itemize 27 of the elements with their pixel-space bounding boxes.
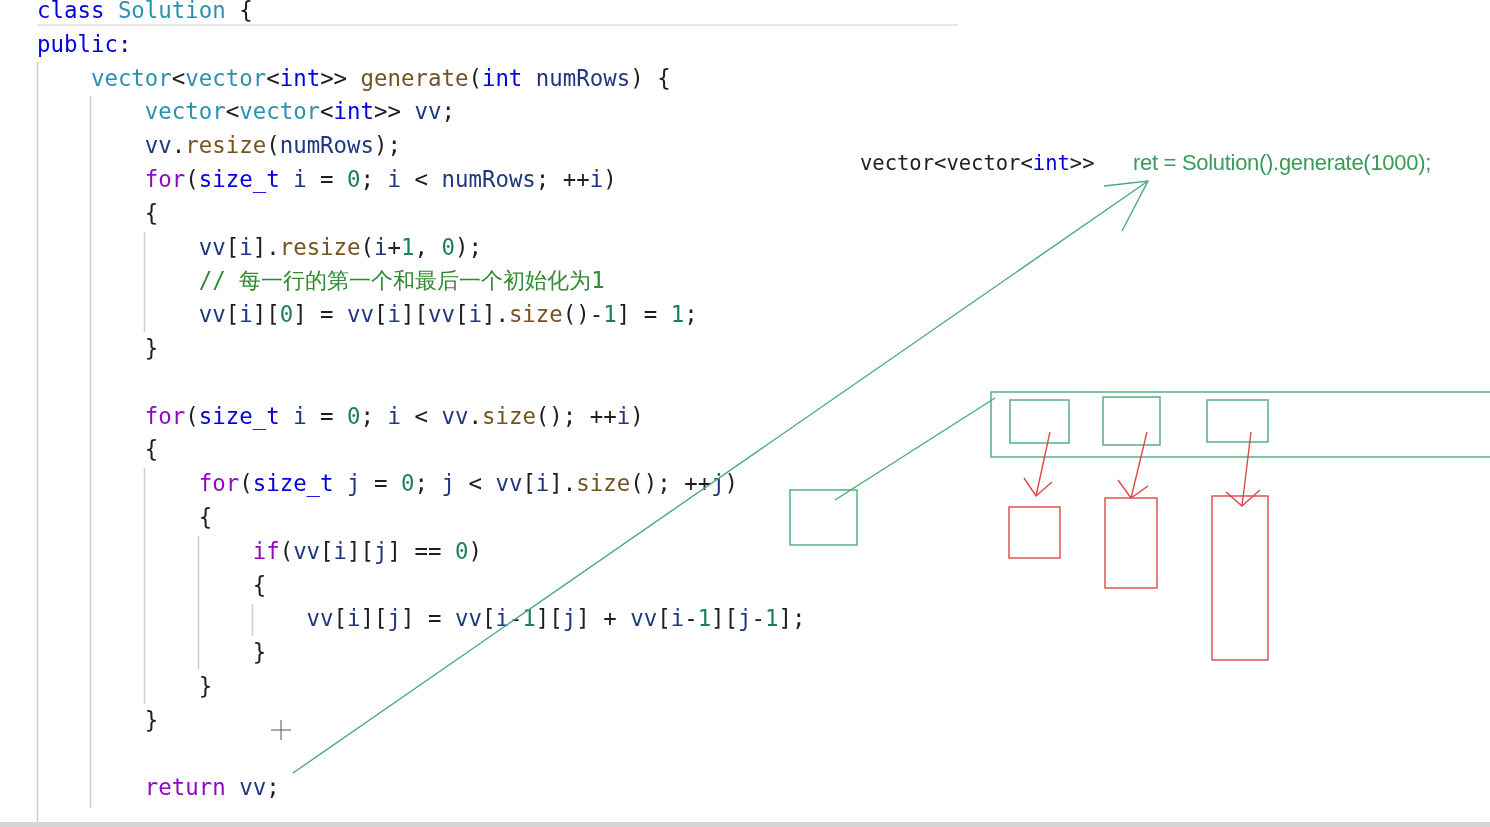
sketch-box [1008,506,1061,559]
code-line: public: [37,30,132,57]
code-line: { [144,436,159,463]
code-line: if(vv[i][j] == 0) [252,537,482,564]
code-text: vector<vector<int>> [860,150,1095,177]
sketch-box [789,489,858,546]
code-line: vector<vector<int>> generate(int numRows) { [90,64,671,91]
code-line: for(size_t i = 0; i < vv.size(); ++i) [144,402,644,429]
code-line: } [198,672,213,699]
code-line: // 每一行的第一个和最后一个初始化为1 [198,267,605,294]
horizontal-scrollbar[interactable] [0,822,1490,827]
code-line: vv[i][0] = vv[i][vv[i].size()-1] = 1; [198,301,698,328]
code-line: { [198,503,213,530]
code-line: { [144,199,159,226]
code-line: } [252,639,267,666]
code-line: { [252,571,267,598]
code-line: } [144,706,159,733]
handwritten-note: ret = Solution().generate(1000); [1133,149,1431,177]
code-line: return vv; [144,774,280,801]
code-line: class Solution { [37,0,253,23]
code-line: for(size_t i = 0; i < numRows; ++i) [144,166,617,192]
crosshair-cursor-icon [270,719,292,741]
code-line: vector<vector<int>> vv; [144,98,455,125]
code-line: vv.resize(numRows); [144,132,401,159]
code-line: } [144,334,159,361]
code-line: vv[i].resize(i+1, 0); [198,233,482,260]
indent-guide [251,603,254,637]
